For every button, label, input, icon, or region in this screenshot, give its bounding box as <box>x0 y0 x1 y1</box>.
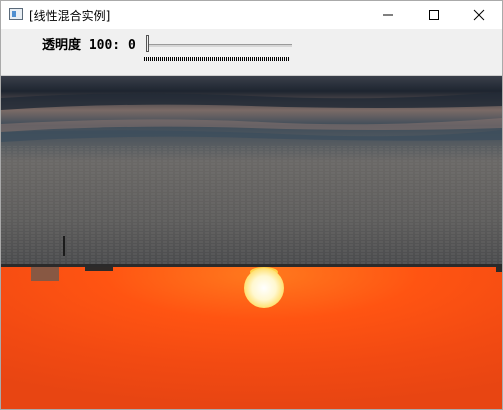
window-title: [线性混合实例] <box>29 9 111 23</box>
trackbar-thumb[interactable] <box>146 35 149 53</box>
trackbar-ticks <box>144 57 290 61</box>
sunset-image <box>1 75 502 409</box>
maximize-button[interactable] <box>411 1 457 29</box>
close-button[interactable] <box>456 1 502 29</box>
sunset-image-canvas <box>1 76 502 409</box>
close-icon <box>473 9 485 21</box>
minimize-button[interactable] <box>365 1 411 29</box>
trackbar-label: 透明度 100: 0 <box>42 38 136 53</box>
trackbar-track[interactable] <box>146 44 292 47</box>
trackbar-panel: 透明度 100: 0 <box>1 29 502 75</box>
maximize-icon <box>429 10 439 20</box>
app-window: [线性混合实例] 透明度 100: 0 <box>0 0 503 410</box>
title-bar[interactable]: [线性混合实例] <box>1 1 502 29</box>
app-window-icon <box>9 8 23 20</box>
minimize-icon <box>383 14 393 16</box>
